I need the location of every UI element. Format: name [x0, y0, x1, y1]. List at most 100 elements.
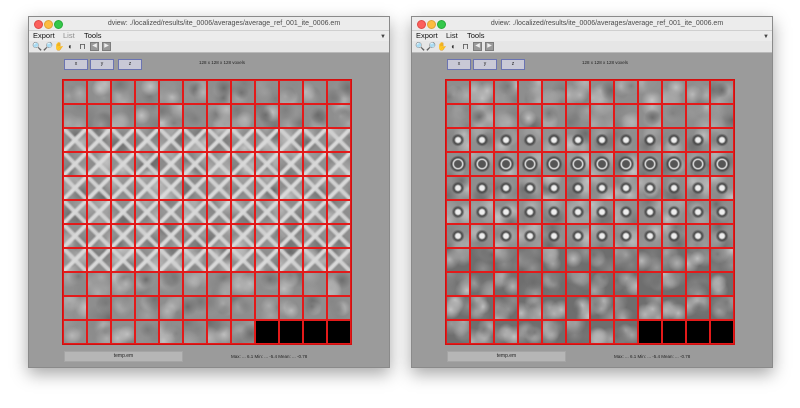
close-window-button[interactable] [417, 20, 426, 29]
forward-icon[interactable]: ▶ [102, 42, 111, 51]
slice-tile[interactable] [183, 296, 207, 320]
slice-tile[interactable] [303, 80, 327, 104]
slice-tile[interactable] [638, 296, 662, 320]
slice-tile[interactable] [470, 296, 494, 320]
slice-tile[interactable] [135, 200, 159, 224]
slice-tile[interactable] [111, 296, 135, 320]
pan-hand-icon[interactable]: ✋ [54, 42, 64, 51]
slice-tile[interactable] [710, 272, 734, 296]
slice-tile[interactable] [255, 104, 279, 128]
slice-tile[interactable] [590, 80, 614, 104]
slice-tile[interactable] [111, 176, 135, 200]
slice-tile[interactable] [231, 128, 255, 152]
slice-tile[interactable] [686, 224, 710, 248]
slice-tile[interactable] [470, 248, 494, 272]
axis-y-button[interactable]: y [473, 59, 497, 70]
slice-tile[interactable] [87, 152, 111, 176]
slice-tile[interactable] [686, 248, 710, 272]
slice-tile[interactable] [638, 272, 662, 296]
slice-tile[interactable] [111, 320, 135, 344]
slice-tile[interactable] [303, 152, 327, 176]
slice-tile[interactable] [590, 272, 614, 296]
slice-tile[interactable] [159, 128, 183, 152]
slice-tile[interactable] [279, 296, 303, 320]
slice-tile[interactable] [542, 152, 566, 176]
title-bar[interactable]: dview: ./localized/results/ite_0006/aver… [412, 17, 772, 31]
slice-tile[interactable] [710, 104, 734, 128]
zoom-in-icon[interactable]: 🔍 [415, 42, 425, 51]
slice-tile[interactable] [662, 128, 686, 152]
slice-tile[interactable] [614, 128, 638, 152]
back-icon[interactable]: ◀ [473, 42, 482, 51]
slice-tile[interactable] [279, 272, 303, 296]
slice-tile[interactable] [686, 200, 710, 224]
slice-tile[interactable] [183, 80, 207, 104]
menu-tools[interactable]: Tools [84, 31, 102, 41]
zoom-in-icon[interactable]: 🔍 [32, 42, 42, 51]
slice-tile[interactable] [303, 104, 327, 128]
slice-tile[interactable] [279, 104, 303, 128]
slice-tile[interactable] [494, 176, 518, 200]
slice-tile[interactable] [470, 272, 494, 296]
slice-tile[interactable] [590, 152, 614, 176]
slice-tile[interactable] [111, 200, 135, 224]
slice-tile[interactable] [662, 296, 686, 320]
slice-tile[interactable] [470, 200, 494, 224]
slice-tile[interactable] [590, 176, 614, 200]
slice-tile[interactable] [159, 272, 183, 296]
slice-tile[interactable] [662, 200, 686, 224]
close-window-button[interactable] [34, 20, 43, 29]
slice-tile[interactable] [255, 296, 279, 320]
slice-tile[interactable] [63, 224, 87, 248]
slice-tile[interactable] [111, 248, 135, 272]
slice-tile[interactable] [135, 128, 159, 152]
slice-tile[interactable] [686, 296, 710, 320]
slice-tile[interactable] [638, 152, 662, 176]
menu-list[interactable]: List [63, 31, 75, 41]
slice-tile[interactable] [614, 176, 638, 200]
slice-tile[interactable] [183, 128, 207, 152]
slice-tile[interactable] [135, 176, 159, 200]
minimize-window-button[interactable] [427, 20, 436, 29]
slice-tile[interactable] [590, 296, 614, 320]
slice-tile[interactable] [566, 176, 590, 200]
slice-tile[interactable] [662, 80, 686, 104]
slice-tile[interactable] [207, 296, 231, 320]
slice-tile[interactable] [566, 128, 590, 152]
zoom-out-icon[interactable]: 🔎 [426, 42, 436, 51]
slice-tile[interactable] [566, 224, 590, 248]
slice-tile[interactable] [279, 200, 303, 224]
menu-export[interactable]: Export [416, 31, 438, 41]
slice-tile[interactable] [303, 128, 327, 152]
slice-tile[interactable] [614, 248, 638, 272]
pulse-icon[interactable]: ⊓ [461, 42, 470, 51]
slice-tile[interactable] [470, 224, 494, 248]
slice-tile[interactable] [710, 296, 734, 320]
slice-tile[interactable] [710, 80, 734, 104]
minimize-window-button[interactable] [44, 20, 53, 29]
slice-tile[interactable] [327, 80, 351, 104]
slice-tile[interactable] [614, 152, 638, 176]
slice-tile[interactable] [279, 224, 303, 248]
slice-tile[interactable] [518, 272, 542, 296]
slice-tile[interactable] [542, 80, 566, 104]
slice-tile[interactable] [231, 296, 255, 320]
menu-tools[interactable]: Tools [467, 31, 485, 41]
slice-tile[interactable] [470, 128, 494, 152]
contrast-icon[interactable]: ◐ [449, 42, 458, 51]
slice-tile[interactable] [327, 200, 351, 224]
slice-tile[interactable] [710, 320, 734, 344]
slice-tile[interactable] [135, 104, 159, 128]
slice-tile[interactable] [63, 80, 87, 104]
slice-tile[interactable] [542, 224, 566, 248]
slice-tile[interactable] [518, 224, 542, 248]
slice-tile[interactable] [566, 104, 590, 128]
slice-tile[interactable] [590, 320, 614, 344]
slice-tile[interactable] [87, 200, 111, 224]
slice-tile[interactable] [710, 176, 734, 200]
slice-tile[interactable] [518, 80, 542, 104]
slice-tile[interactable] [327, 272, 351, 296]
slice-tile[interactable] [542, 176, 566, 200]
slice-tile[interactable] [111, 152, 135, 176]
slice-tile[interactable] [494, 224, 518, 248]
